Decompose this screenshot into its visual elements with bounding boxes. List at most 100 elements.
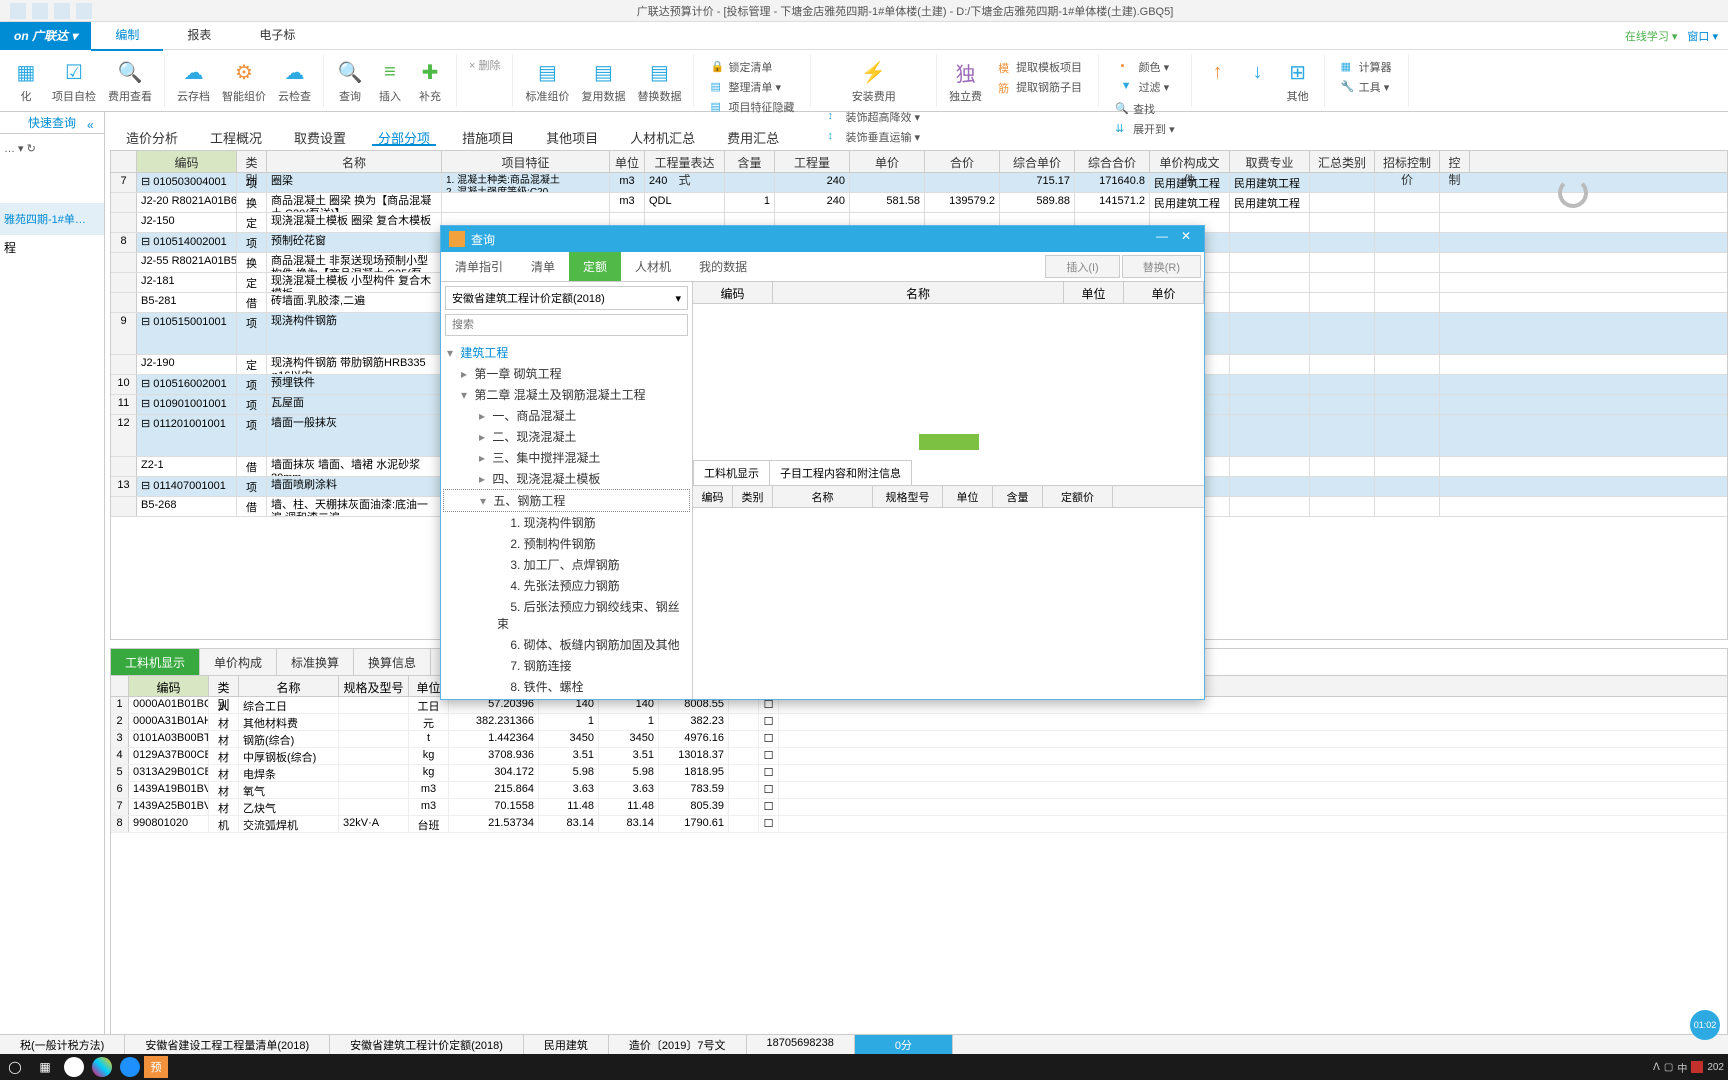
ribbon-arrow-down[interactable]: ↓: [1240, 56, 1276, 106]
qsubtab-material[interactable]: 工料机显示: [693, 460, 770, 485]
qtab-material[interactable]: 人材机: [621, 252, 685, 281]
dptab-std-convert[interactable]: 标准换算: [277, 649, 354, 675]
taskbar-app3[interactable]: [92, 1057, 112, 1077]
replace-button[interactable]: 替换(R): [1122, 255, 1201, 278]
tree-node[interactable]: 5. 后张法预应力钢绞线束、钢丝束: [443, 596, 690, 634]
ribbon-delete[interactable]: × 删除: [465, 56, 504, 74]
ribbon-arrange-list[interactable]: ▤整理清单 ▾: [706, 78, 798, 96]
qtab-mydata[interactable]: 我的数据: [685, 252, 761, 281]
ribbon-color[interactable]: ▪颜色 ▾: [1117, 58, 1174, 76]
col-feature[interactable]: 项目特征: [442, 151, 610, 172]
tab-report[interactable]: 报表: [163, 20, 235, 51]
col-bid-control[interactable]: 招标控制价: [1375, 151, 1440, 172]
ribbon-audit[interactable]: ☑项目自检: [48, 56, 100, 106]
ribbon-cloud-save[interactable]: ☁云存档: [173, 56, 214, 106]
taskbar[interactable]: ◯ ▦ 预 ᐱ ▢ 中 202: [0, 1054, 1728, 1080]
tree-node[interactable]: 3. 加工厂、点焊钢筋: [443, 554, 690, 575]
subtab-fee-summary[interactable]: 费用汇总: [721, 124, 785, 146]
ribbon-copy-data[interactable]: ▤复用数据: [577, 56, 629, 106]
tray-chevron-icon[interactable]: ᐱ: [1653, 1062, 1660, 1073]
col-name[interactable]: 名称: [267, 151, 442, 172]
tree-node[interactable]: 2. 预制构件钢筋: [443, 533, 690, 554]
start-button[interactable]: ◯: [0, 1054, 30, 1080]
detail-row[interactable]: 8 990801020 机 交流弧焊机 32kV·A 台班 21.53734 8…: [111, 816, 1727, 833]
quick-access-toolbar[interactable]: [10, 3, 92, 19]
col-qty[interactable]: 工程量: [775, 151, 850, 172]
tray-s-icon[interactable]: [1691, 1061, 1703, 1073]
taskbar-app1[interactable]: ▦: [30, 1054, 60, 1080]
tab-electronic[interactable]: 电子标: [235, 20, 319, 51]
col-unit[interactable]: 单位: [610, 151, 645, 172]
ribbon-search[interactable]: 🔍查找: [1111, 100, 1179, 118]
subtab-measure-items[interactable]: 措施项目: [456, 124, 520, 146]
detail-row[interactable]: 3 0101A03B00BT 材 钢筋(综合) t 1.442364 3450 …: [111, 731, 1727, 748]
ribbon-insert[interactable]: ≡插入: [372, 56, 408, 106]
tray-battery-icon[interactable]: ▢: [1664, 1062, 1673, 1073]
col-ctrl[interactable]: 控制: [1440, 151, 1470, 172]
ribbon-replace-data[interactable]: ▤替换数据: [633, 56, 685, 106]
col-unit-price[interactable]: 单价: [850, 151, 925, 172]
tray-ime[interactable]: 中: [1677, 1060, 1687, 1075]
detail-row[interactable]: 4 0129A37B00CB 材 中厚钢板(综合) kg 3708.936 3.…: [111, 748, 1727, 765]
ribbon-indep[interactable]: 独独立费: [945, 56, 986, 106]
insert-button[interactable]: 插入(I): [1045, 255, 1119, 278]
ribbon-cloud-check[interactable]: ☁云检查: [274, 56, 315, 106]
ribbon-cost-view[interactable]: 🔍费用查看: [104, 56, 156, 106]
close-icon[interactable]: ✕: [1176, 229, 1196, 249]
tree-node[interactable]: 1. 现浇构件钢筋: [443, 512, 690, 533]
tree-node[interactable]: 6. 砌体、板缝内钢筋加固及其他: [443, 634, 690, 655]
col-content[interactable]: 含量: [725, 151, 775, 172]
detail-row[interactable]: 7 1439A25B01BV 材 乙炔气 m3 70.1558 11.48 11…: [111, 799, 1727, 816]
col-unit-file[interactable]: 单价构成文件: [1150, 151, 1230, 172]
ribbon-query[interactable]: 🔍查询: [332, 56, 368, 106]
col-comp-total[interactable]: 综合合价: [1075, 151, 1150, 172]
ribbon-filter[interactable]: ▼过滤 ▾: [1117, 78, 1174, 96]
ribbon-arrow-up[interactable]: ↑: [1200, 56, 1236, 106]
dptab-unit-comp[interactable]: 单价构成: [200, 649, 277, 675]
tree-node[interactable]: ▾ 五、钢筋工程: [443, 489, 690, 512]
window-menu[interactable]: 窗口 ▾: [1687, 28, 1718, 44]
ribbon-install-fee[interactable]: ⚡安装费用: [848, 56, 900, 106]
expand-results-button[interactable]: [919, 434, 979, 450]
qsubtab-sub-content[interactable]: 子目工程内容和附注信息: [769, 460, 912, 485]
search-input[interactable]: [445, 314, 688, 336]
col-comp-unit[interactable]: 综合单价: [1000, 151, 1075, 172]
ribbon-extract-steel[interactable]: 筋提取钢筋子目: [994, 78, 1086, 96]
ribbon-std-combo[interactable]: ▤标准组价: [521, 56, 573, 106]
tree-node[interactable]: 4. 先张法预应力钢筋: [443, 575, 690, 596]
ribbon-smart-combo[interactable]: ⚙智能组价: [218, 56, 270, 106]
tree-node[interactable]: ▸ 三、集中搅拌混凝土: [443, 447, 690, 468]
detail-row[interactable]: 5 0313A29B01CB 材 电焊条 kg 304.172 5.98 5.9…: [111, 765, 1727, 782]
ribbon-other[interactable]: ⊞其他: [1280, 56, 1316, 106]
col-summary-type[interactable]: 汇总类别: [1310, 151, 1375, 172]
ribbon-lock-list[interactable]: 🔒锁定清单: [706, 58, 798, 76]
subtab-price-analysis[interactable]: 造价分析: [120, 124, 184, 146]
tree-node[interactable]: 7. 钢筋连接: [443, 655, 690, 676]
brand-logo[interactable]: on 广联达 ▾: [0, 22, 91, 50]
tab-compile[interactable]: 编制: [91, 20, 163, 51]
table-row[interactable]: J2-20 R8021A01B63… 换 商品混凝土 圈梁 换为【商品混凝土 C…: [111, 193, 1727, 213]
col-type[interactable]: 类别: [237, 151, 267, 172]
detail-row[interactable]: 2 0000A31B01AH 材 其他材料费 元 382.231366 1 1 …: [111, 714, 1727, 731]
taskbar-app-active[interactable]: 预: [144, 1056, 168, 1078]
table-row[interactable]: 7 ⊟ 010503004001 项 圈梁 1. 混凝土种类:商品混凝土2. 混…: [111, 173, 1727, 193]
tree-node[interactable]: ▸ 一、商品混凝土: [443, 405, 690, 426]
sidebar-dropdown[interactable]: … ▾ ↻: [0, 134, 104, 163]
subtab-material-summary[interactable]: 人材机汇总: [624, 124, 701, 146]
sidebar-project[interactable]: 雅苑四期-1#单…: [0, 203, 104, 235]
subtab-proj-overview[interactable]: 工程概况: [204, 124, 268, 146]
ribbon-extract-tpl[interactable]: 模提取模板项目: [994, 58, 1086, 76]
taskbar-app2[interactable]: [64, 1057, 84, 1077]
col-expr[interactable]: 工程量表达式: [645, 151, 725, 172]
ribbon-tools[interactable]: 🔧工具 ▾: [1337, 78, 1396, 96]
ribbon-calculator[interactable]: ▦计算器: [1337, 58, 1396, 76]
ribbon-bh[interactable]: ▦化: [8, 56, 44, 106]
category-tree[interactable]: ▾ 建筑工程▸ 第一章 砌筑工程▾ 第二章 混凝土及钢筋混凝土工程▸ 一、商品混…: [441, 340, 692, 699]
ribbon-supplement[interactable]: ✚补充: [412, 56, 448, 106]
tree-node[interactable]: ▾ 第二章 混凝土及钢筋混凝土工程: [443, 384, 690, 405]
detail-row[interactable]: 6 1439A19B01BV 材 氧气 m3 215.864 3.63 3.63…: [111, 782, 1727, 799]
tree-node[interactable]: ▸ 四、现浇混凝土模板: [443, 468, 690, 489]
sidebar-collapse-icon[interactable]: «: [87, 118, 105, 134]
qtab-list[interactable]: 清单: [517, 252, 569, 281]
tree-node[interactable]: ▸ 二、现浇混凝土: [443, 426, 690, 447]
